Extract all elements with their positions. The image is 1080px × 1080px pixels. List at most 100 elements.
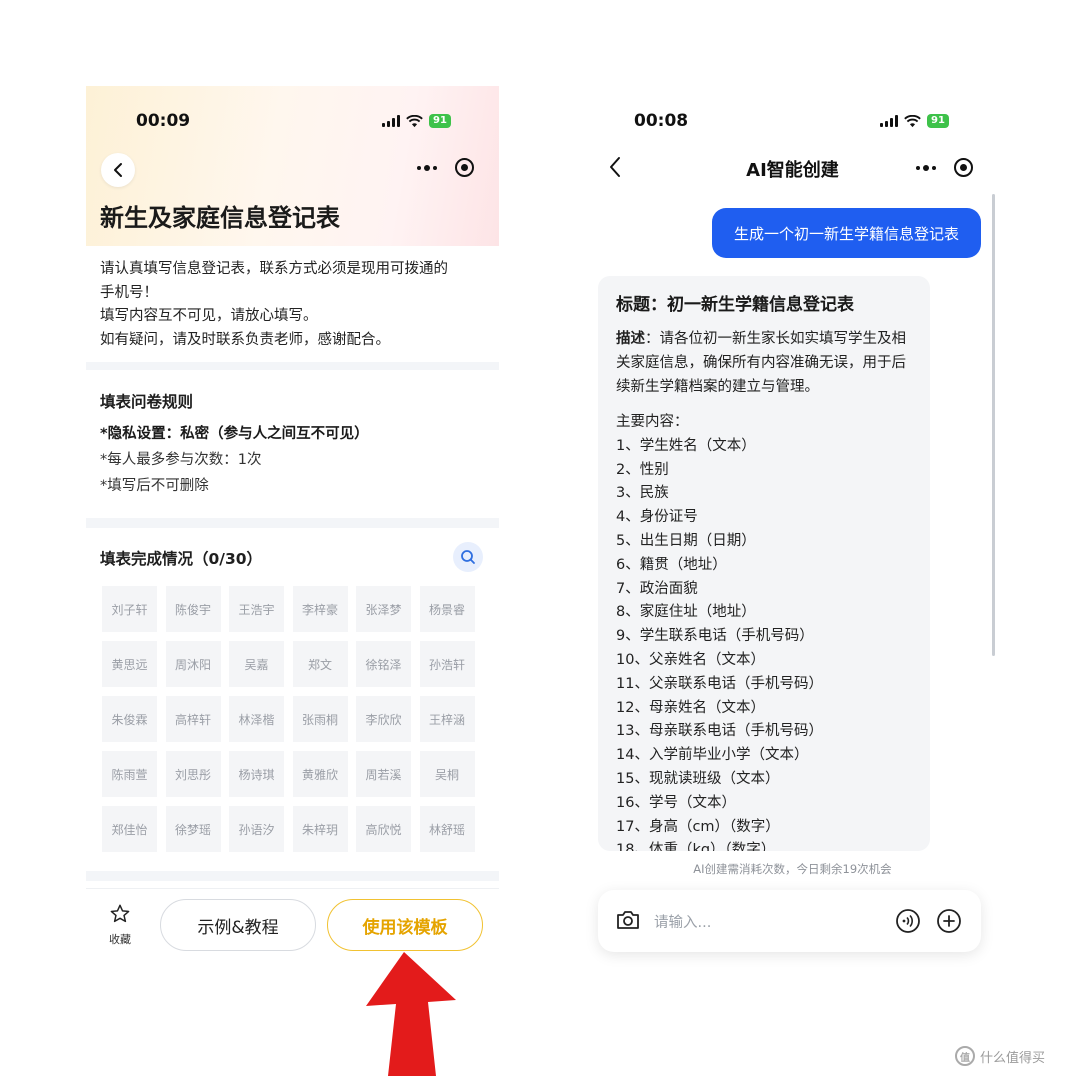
- participant-name-cell: 孙语汐: [229, 806, 284, 852]
- voice-icon[interactable]: [895, 908, 921, 934]
- participant-name-grid: 刘子轩 陈俊宇 王浩宇 李梓豪 张泽梦 杨景睿 黄思远 周沐阳 吴嘉 郑文 徐铭泽 孙浩轩 朱俊霖 高梓轩…: [102, 586, 475, 852]
- participant-name-cell: 郑文: [292, 641, 348, 687]
- mini-program-capsule: [916, 158, 973, 177]
- signal-icon: [382, 115, 400, 127]
- participant-name-cell: 林舒瑶: [419, 806, 475, 852]
- use-template-button[interactable]: 使用该模板: [327, 899, 483, 951]
- content-list-item: 8、家庭住址（地址）: [616, 604, 756, 621]
- content-list-item: 11、父亲联系电话（手机号码）: [616, 675, 823, 692]
- description-line: 填写内容互不可见，请放心填写。: [100, 308, 318, 324]
- star-icon: [110, 904, 130, 923]
- section-divider: [86, 518, 499, 528]
- content-list-item: 7、政治面貌: [616, 580, 698, 597]
- participant-name-cell: 陈俊宇: [165, 586, 221, 632]
- content-list-item: 2、性别: [616, 461, 669, 478]
- watermark-text: 什么值得买: [980, 1050, 1046, 1066]
- participant-name-cell: 朱梓玥: [292, 806, 348, 852]
- content-heading: 主要内容：: [616, 414, 689, 430]
- status-time: 00:09: [136, 111, 191, 131]
- description-line: 手机号！: [100, 284, 158, 301]
- participant-name-cell: 黄思远: [102, 641, 157, 687]
- site-watermark: 值 什么值得买: [955, 1046, 1045, 1066]
- battery-icon: 91: [927, 114, 949, 128]
- close-target-icon[interactable]: [954, 158, 973, 177]
- favorite-label: 收藏: [109, 933, 131, 946]
- favorite-button[interactable]: 收藏: [104, 903, 136, 947]
- participant-name-cell: 黄雅欣: [292, 751, 348, 797]
- description-line: 如有疑问，请及时联系负责老师，感谢配合。: [100, 331, 390, 348]
- wifi-icon: [406, 114, 423, 127]
- left-phone-screen: 00:09 91 新生及家庭信息登记表 请认真填写信息登记表，联系方式必须是现用…: [86, 86, 499, 966]
- search-button[interactable]: [453, 542, 483, 572]
- content-list-item: 5、出生日期（日期）: [616, 532, 756, 549]
- participant-name-cell: 朱俊霖: [102, 696, 157, 742]
- participant-name-cell: 杨诗琪: [229, 751, 284, 797]
- participant-name-cell: 刘思彤: [165, 751, 221, 797]
- example-tutorial-button[interactable]: 示例&教程: [160, 899, 316, 951]
- participant-name-cell: 吴桐: [419, 751, 475, 797]
- participant-name-cell: 徐梦瑶: [165, 806, 221, 852]
- participant-name-cell: 刘子轩: [102, 586, 157, 632]
- rule-item: *每人最多参与次数：1次: [100, 452, 262, 468]
- participant-name-cell: 张泽梦: [356, 586, 411, 632]
- rules-title: 填表问卷规则: [100, 393, 194, 411]
- battery-icon: 91: [429, 114, 451, 128]
- completion-title: 填表完成情况（0/30）: [100, 550, 263, 568]
- ai-reply-card: 标题：初一新生学籍信息登记表 描述：请各位初一新生家长如实填写学生及相关家庭信息…: [598, 276, 930, 851]
- wifi-icon: [904, 114, 921, 127]
- ai-reply-title: 标题：初一新生学籍信息登记表: [616, 295, 854, 315]
- participant-name-cell: 张雨桐: [292, 696, 348, 742]
- content-list-item: 16、学号（文本）: [616, 794, 736, 811]
- content-list-item: 17、身高（cm）（数字）: [616, 818, 780, 835]
- rule-item: *隐私设置：私密（参与人之间互不可见）: [100, 426, 369, 442]
- content-list-item: 1、学生姓名（文本）: [616, 437, 756, 454]
- status-icons: 91: [880, 114, 949, 128]
- participant-name-cell: 徐铭泽: [356, 641, 411, 687]
- participant-name-cell: 孙浩轩: [419, 641, 475, 687]
- form-description: 请认真填写信息登记表，联系方式必须是现用可拨通的 手机号！ 填写内容互不可见，请…: [100, 258, 490, 352]
- participant-name-cell: 陈雨萱: [102, 751, 157, 797]
- ai-reply-description: 描述：请各位初一新生家长如实填写学生及相关家庭信息，确保所有内容准确无误，用于后…: [616, 327, 912, 399]
- red-arrow-annotation: [366, 952, 456, 1076]
- content-list-item: 9、学生联系电话（手机号码）: [616, 628, 814, 645]
- participant-name-cell: 王梓涵: [419, 696, 475, 742]
- close-target-icon[interactable]: [455, 158, 474, 177]
- right-phone-screen: 00:08 91 AI智能创建 生成一个初一新生学籍信息登记表 标题：初一新生学…: [586, 86, 999, 966]
- chevron-left-icon: [114, 163, 122, 177]
- user-message-bubble: 生成一个初一新生学籍信息登记表: [712, 208, 981, 258]
- content-list-item: 15、现就读班级（文本）: [616, 770, 780, 787]
- participant-name-cell: 周沐阳: [165, 641, 221, 687]
- content-list-item: 13、母亲联系电话（手机号码）: [616, 723, 823, 740]
- section-divider: [86, 362, 499, 370]
- content-list-item: 18、体重（kg）（数字）: [616, 842, 776, 851]
- content-list-item: 4、身份证号: [616, 509, 698, 526]
- search-icon: [461, 550, 475, 564]
- desc-text: ：请各位初一新生家长如实填写学生及相关家庭信息，确保所有内容准确无误，用于后续新…: [616, 331, 906, 395]
- rule-item: *填写后不可删除: [100, 478, 209, 494]
- form-title: 新生及家庭信息登记表: [100, 204, 340, 232]
- participant-name-cell: 周若溪: [356, 751, 411, 797]
- camera-icon[interactable]: [616, 909, 640, 931]
- more-icon[interactable]: [417, 164, 437, 171]
- participant-name-cell: 郑佳怡: [102, 806, 157, 852]
- content-list-item: 6、籍贯（地址）: [616, 556, 727, 573]
- desc-label: 描述: [616, 331, 645, 347]
- scrollbar[interactable]: [992, 194, 995, 656]
- status-time: 00:08: [634, 111, 689, 131]
- status-icons: 91: [382, 114, 451, 128]
- participant-name-cell: 吴嘉: [229, 641, 284, 687]
- description-line: 请认真填写信息登记表，联系方式必须是现用可拨通的: [100, 261, 448, 277]
- chat-input-bar: 请输入...: [598, 890, 981, 952]
- quota-notice: AI创建需消耗次数，今日剩余19次机会: [693, 862, 892, 876]
- mini-program-capsule: [417, 158, 474, 177]
- plus-icon[interactable]: [936, 908, 962, 934]
- participant-name-cell: 王浩宇: [229, 586, 284, 632]
- watermark-logo-icon: 值: [955, 1046, 975, 1066]
- chat-input[interactable]: 请输入...: [654, 911, 711, 932]
- participant-name-cell: 李欣欣: [356, 696, 411, 742]
- participant-name-cell: 杨景睿: [419, 586, 475, 632]
- back-button[interactable]: [101, 153, 135, 187]
- participant-name-cell: 高欣悦: [356, 806, 411, 852]
- more-icon[interactable]: [916, 164, 936, 171]
- content-list-item: 10、父亲姓名（文本）: [616, 651, 765, 668]
